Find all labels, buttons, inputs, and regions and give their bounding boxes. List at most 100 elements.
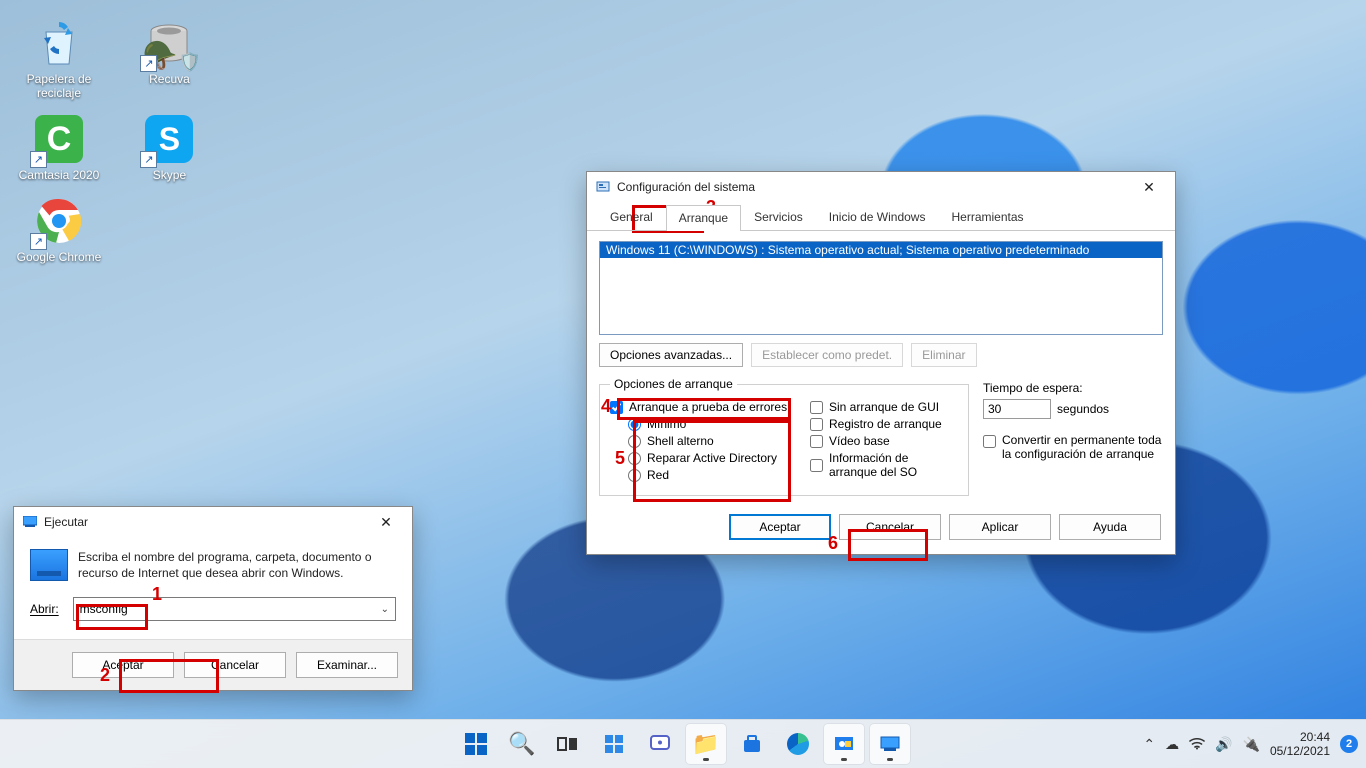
recycle-bin-icon (32, 16, 86, 70)
run-titlebar[interactable]: Ejecutar ✕ (14, 507, 412, 537)
tab-tools[interactable]: Herramientas (938, 204, 1036, 230)
osinfo-checkbox[interactable]: Información de arranque del SO (810, 451, 958, 479)
os-entry[interactable]: Windows 11 (C:\WINDOWS) : Sistema operat… (600, 242, 1162, 258)
icon-label: Skype (153, 168, 186, 182)
explorer-icon[interactable]: 📁 (686, 724, 726, 764)
run-cancel-button[interactable]: Cancelar (184, 652, 286, 678)
desktop-icon-recuva[interactable]: 🪖 ↗ 🛡️ Recuva (124, 16, 214, 86)
radio-minimal-label: Mínimo (647, 417, 686, 431)
osinfo-label: Información de arranque del SO (829, 451, 958, 479)
radio-dsrepair-input[interactable] (628, 452, 641, 465)
group-title: Opciones de arranque (610, 377, 737, 391)
perm-checkbox[interactable]: Convertir en permanente toda la configur… (983, 433, 1163, 461)
skype-icon: S ↗ (142, 112, 196, 166)
open-input[interactable]: msconfig ⌄ (73, 597, 396, 621)
desktop-icon-skype[interactable]: S ↗ Skype (124, 112, 214, 182)
start-button[interactable] (456, 724, 496, 764)
shortcut-badge-icon: ↗ (30, 151, 47, 168)
safeboot-checkbox[interactable]: Arranque a prueba de errores (610, 400, 810, 414)
volume-icon[interactable]: 🔊 (1215, 736, 1232, 753)
basevideo-checkbox[interactable]: Vídeo base (810, 434, 958, 448)
perm-input[interactable] (983, 435, 996, 448)
boot-options-group: Opciones de arranque Arranque a prueba d… (599, 377, 969, 496)
msconfig-apply-button[interactable]: Aplicar (949, 514, 1051, 540)
run-description: Escriba el nombre del programa, carpeta,… (78, 549, 396, 581)
chat-icon[interactable] (640, 724, 680, 764)
open-value: msconfig (80, 602, 128, 616)
bootlog-input[interactable] (810, 418, 823, 431)
perm-label: Convertir en permanente toda la configur… (1002, 433, 1163, 461)
basevideo-label: Vídeo base (829, 434, 890, 448)
widgets-icon[interactable] (594, 724, 634, 764)
osinfo-input[interactable] (810, 459, 823, 472)
clock-time: 20:44 (1270, 730, 1330, 744)
taskbar-clock[interactable]: 20:44 05/12/2021 (1270, 730, 1330, 758)
safeboot-label: Arranque a prueba de errores (629, 400, 787, 414)
run-title: Ejecutar (44, 515, 88, 529)
run-dialog: Ejecutar ✕ Escriba el nombre del program… (13, 506, 413, 691)
radio-altshell[interactable]: Shell alterno (628, 434, 810, 448)
radio-dsrepair-label: Reparar Active Directory (647, 451, 777, 465)
desktop-icon-recycle-bin[interactable]: Papelera de reciclaje (14, 16, 104, 100)
radio-dsrepair[interactable]: Reparar Active Directory (628, 451, 810, 465)
tab-startup[interactable]: Inicio de Windows (816, 204, 939, 230)
taskbar-app-run[interactable] (870, 724, 910, 764)
msconfig-titlebar[interactable]: Configuración del sistema ✕ (587, 172, 1175, 202)
run-ok-button[interactable]: Aceptar (72, 652, 174, 678)
power-icon[interactable]: 🔌 (1243, 736, 1260, 753)
basevideo-input[interactable] (810, 435, 823, 448)
delete-button: Eliminar (911, 343, 976, 367)
os-list[interactable]: Windows 11 (C:\WINDOWS) : Sistema operat… (599, 241, 1163, 335)
msconfig-cancel-button[interactable]: Cancelar (839, 514, 941, 540)
tab-general[interactable]: General (597, 204, 666, 230)
tab-boot[interactable]: Arranque (666, 205, 741, 231)
tabstrip: General Arranque Servicios Inicio de Win… (587, 204, 1175, 231)
taskbar-search-icon[interactable]: 🔍 (502, 724, 542, 764)
tray-chevron-icon[interactable]: ⌃ (1143, 736, 1155, 753)
timeout-input[interactable] (983, 399, 1051, 419)
timeout-label: Tiempo de espera: (983, 381, 1163, 395)
desktop-icon-chrome[interactable]: ↗ Google Chrome (14, 194, 104, 264)
msconfig-help-button[interactable]: Ayuda (1059, 514, 1161, 540)
desktop-icons: Papelera de reciclaje 🪖 ↗ 🛡️ Recuva C ↗ … (6, 10, 266, 270)
timeout-unit: segundos (1057, 402, 1109, 416)
msconfig-ok-button[interactable]: Aceptar (729, 514, 831, 540)
run-browse-button[interactable]: Examinar... (296, 652, 398, 678)
radio-minimal[interactable]: Mínimo (628, 417, 810, 431)
system-tray: ⌃ ☁ 🔊 🔌 20:44 05/12/2021 2 (1143, 730, 1358, 758)
radio-network-input[interactable] (628, 469, 641, 482)
uac-shield-icon: 🛡️ (178, 52, 200, 74)
radio-minimal-input[interactable] (628, 418, 641, 431)
onedrive-icon[interactable]: ☁ (1165, 736, 1179, 753)
radio-altshell-input[interactable] (628, 435, 641, 448)
advanced-button[interactable]: Opciones avanzadas... (599, 343, 743, 367)
edge-icon[interactable] (778, 724, 818, 764)
notification-badge[interactable]: 2 (1340, 735, 1358, 753)
clock-date: 05/12/2021 (1270, 744, 1330, 758)
nogui-checkbox[interactable]: Sin arranque de GUI (810, 400, 958, 414)
close-icon[interactable]: ✕ (366, 507, 406, 537)
recuva-icon: 🪖 ↗ 🛡️ (142, 16, 196, 70)
desktop-icon-camtasia[interactable]: C ↗ Camtasia 2020 (14, 112, 104, 182)
open-label: Abrir: (30, 602, 59, 616)
tab-services[interactable]: Servicios (741, 204, 816, 230)
store-icon[interactable] (732, 724, 772, 764)
radio-altshell-label: Shell alterno (647, 434, 714, 448)
task-view-icon[interactable] (548, 724, 588, 764)
setdefault-button: Establecer como predet. (751, 343, 903, 367)
taskbar-app-snipping[interactable] (824, 724, 864, 764)
bootlog-checkbox[interactable]: Registro de arranque (810, 417, 958, 431)
nogui-input[interactable] (810, 401, 823, 414)
taskbar-center: 🔍 📁 (456, 724, 910, 764)
camtasia-icon: C ↗ (32, 112, 86, 166)
chrome-icon: ↗ (32, 194, 86, 248)
close-icon[interactable]: ✕ (1129, 172, 1169, 202)
radio-network[interactable]: Red (628, 468, 810, 482)
icon-label: Camtasia 2020 (19, 168, 100, 182)
taskbar: 🔍 📁 (0, 719, 1366, 768)
safeboot-input[interactable] (610, 401, 623, 414)
msconfig-sysicon (595, 179, 611, 195)
wifi-icon[interactable] (1189, 736, 1205, 753)
chevron-down-icon[interactable]: ⌄ (381, 604, 389, 615)
desktop: Papelera de reciclaje 🪖 ↗ 🛡️ Recuva C ↗ … (0, 0, 1366, 768)
